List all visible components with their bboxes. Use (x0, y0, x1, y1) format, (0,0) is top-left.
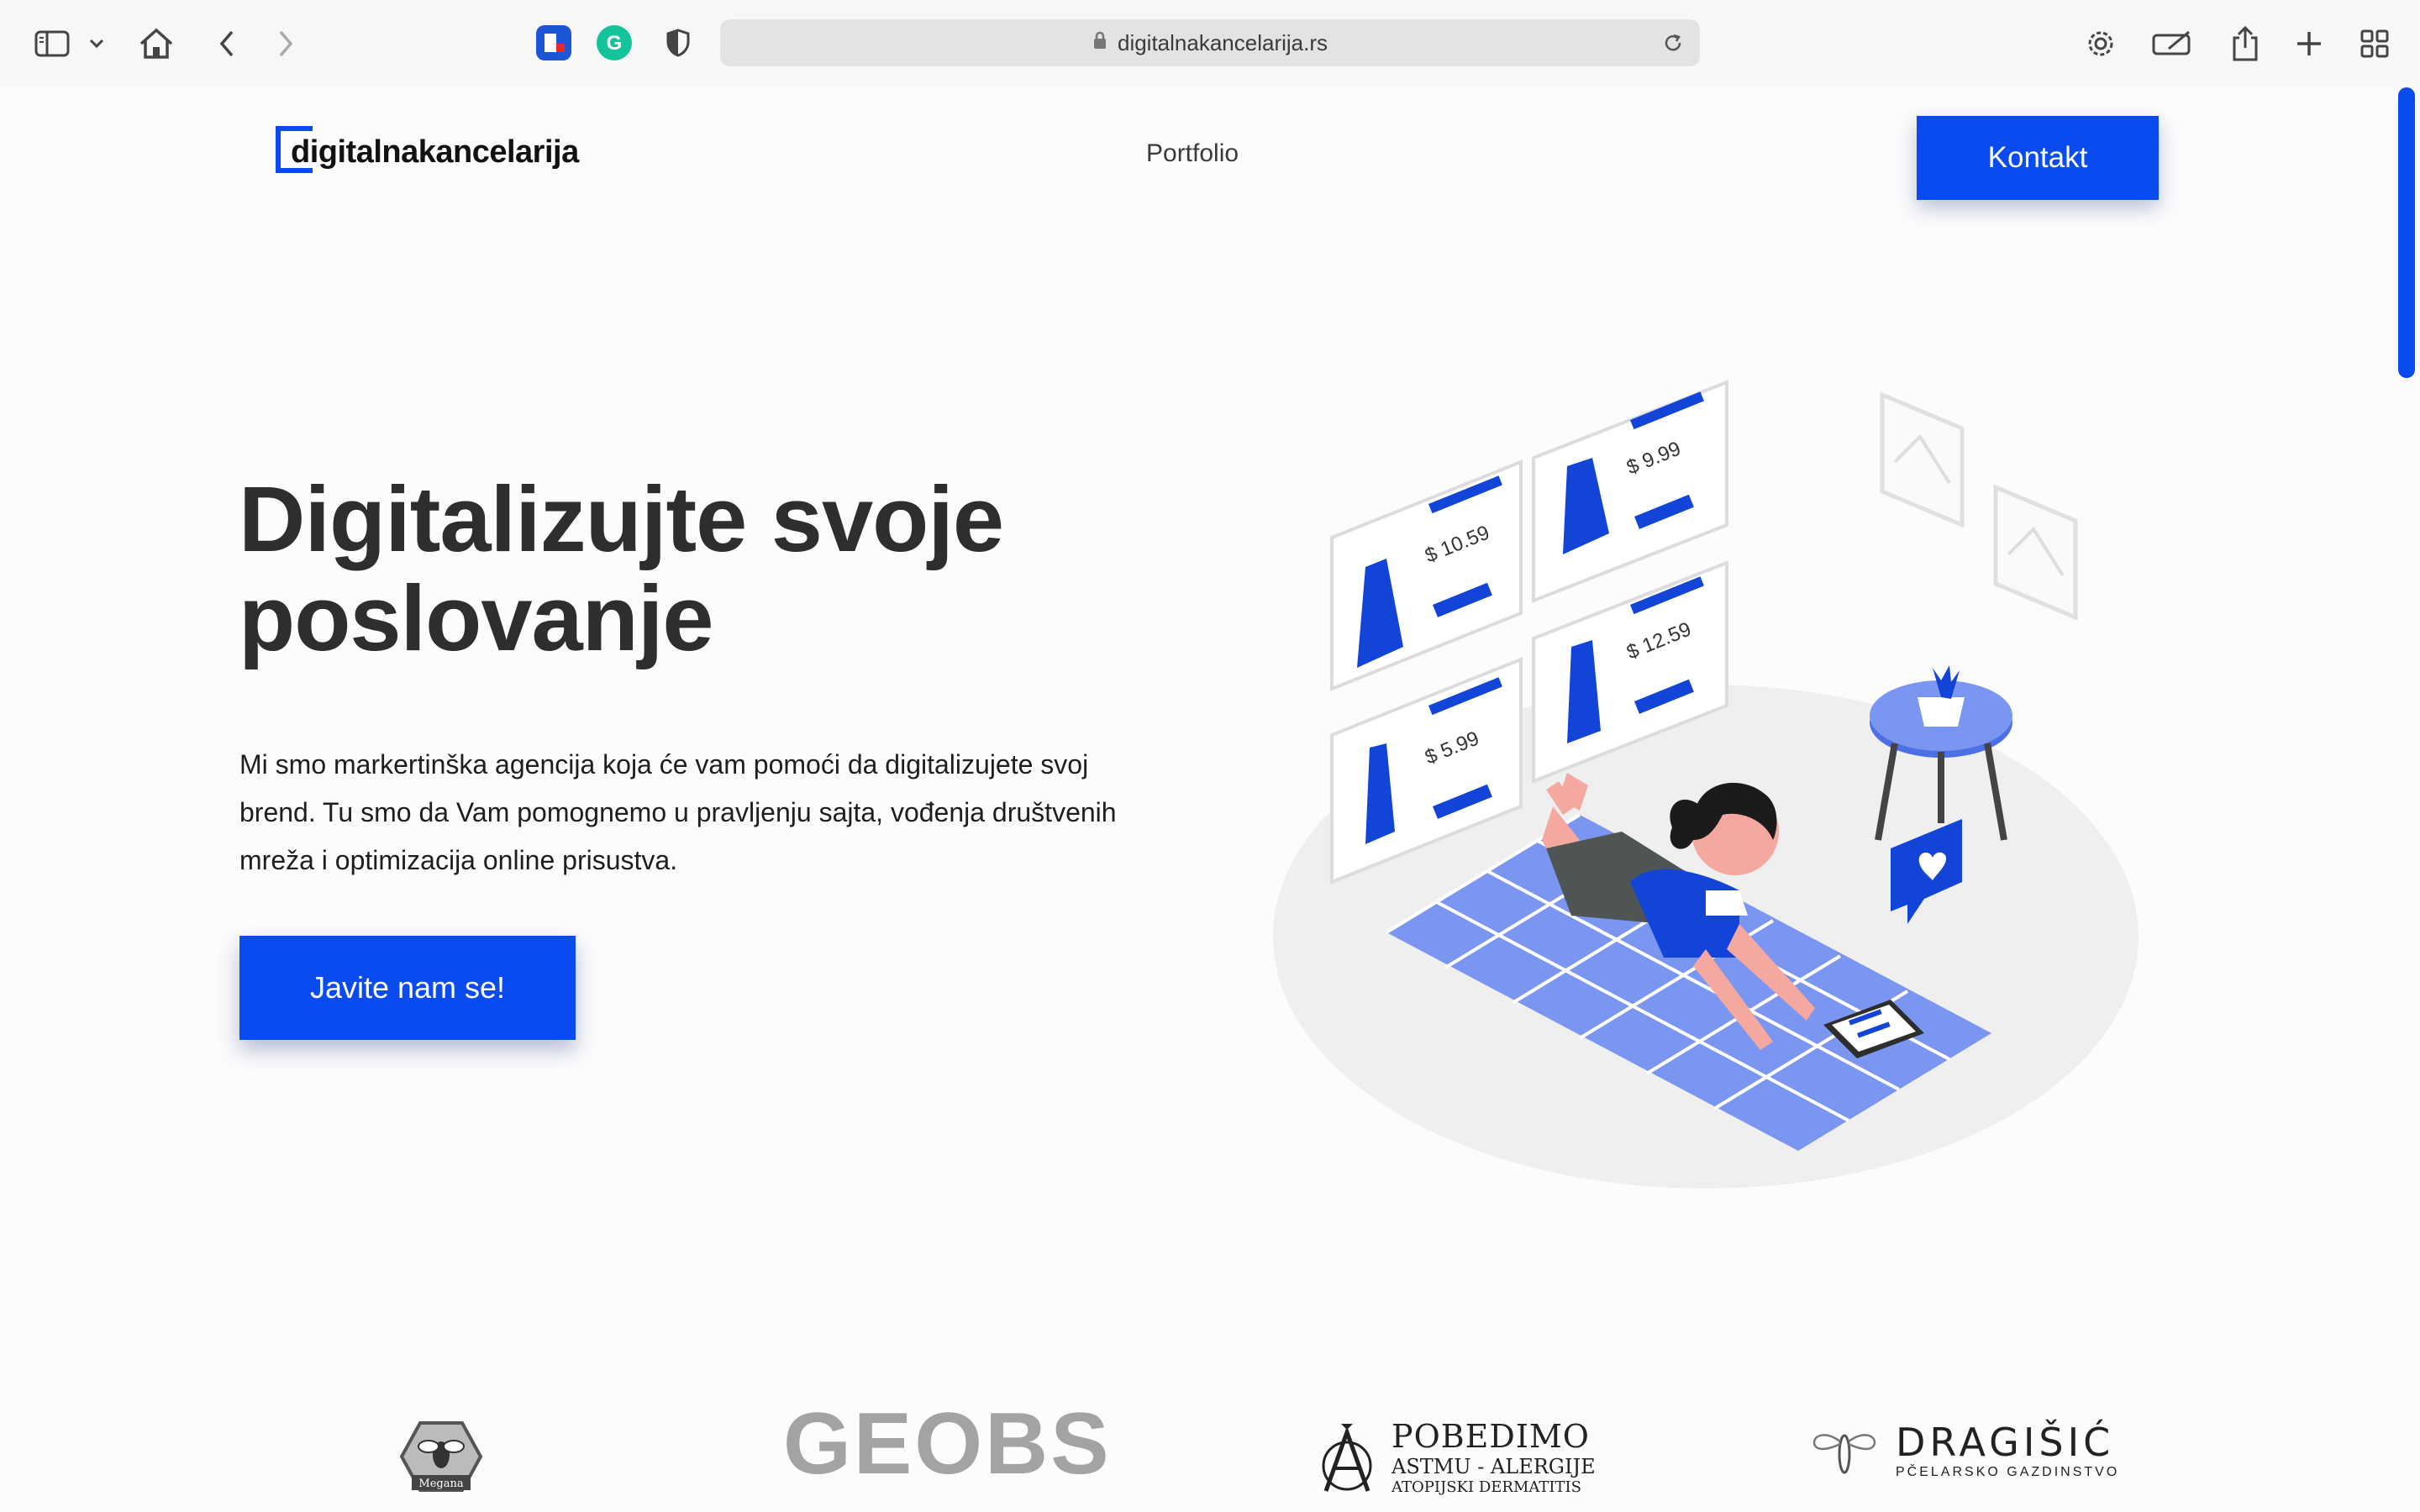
grammarly-icon[interactable]: G (597, 25, 632, 60)
tab-overview-icon[interactable] (2349, 18, 2400, 69)
hero-illustration: $ 10.59 $ 9.99 $ 5.99 $ 12.59 (1273, 380, 2139, 1189)
chevron-down-icon[interactable] (76, 18, 118, 69)
kontakt-button[interactable]: Kontakt (1917, 116, 2159, 200)
share-icon[interactable] (2220, 18, 2270, 69)
reload-icon[interactable] (1658, 28, 1688, 58)
dragisic-line2: PČELARSKO GAZDINSTVO (1896, 1465, 2120, 1479)
dragisic-line1: DRAGIŠIĆ (1896, 1420, 2115, 1465)
nav-link-portfolio[interactable]: Portfolio (1146, 139, 1239, 168)
url-text: digitalnakancelarija.rs (1117, 29, 1328, 55)
pobedimo-line3: ATOPIJSKI DERMATITIS (1392, 1478, 1581, 1496)
client-logo-pobedimo: POBEDIMO ASTMU - ALERGIJE ATOPIJSKI DERM… (1318, 1418, 1596, 1496)
scrollbar-thumb[interactable] (2398, 87, 2415, 378)
site-logo[interactable]: digitalnakancelarija (276, 126, 579, 178)
product-card: $ 9.99 (1532, 380, 1728, 603)
hero-title: Digitalizujte svoje poslovanje (239, 470, 1163, 669)
home-icon[interactable] (131, 18, 182, 69)
client-logos: Megana GEOBS POBEDIMO ASTMU - ALERGIJE A… (0, 1378, 2420, 1512)
bee-icon (1812, 1434, 1876, 1474)
address-bar[interactable]: digitalnakancelarija.rs (720, 19, 1700, 66)
gear-icon[interactable] (2075, 18, 2126, 69)
svg-text:G: G (607, 32, 623, 55)
pobedimo-line1: POBEDIMO (1392, 1418, 1590, 1455)
wall-frame-icon (1880, 391, 1965, 528)
hero-title-line1: Digitalizujte svoje (239, 468, 1004, 571)
wall-frame-icon (1993, 484, 2078, 621)
client-logo-megana: Megana (395, 1415, 487, 1499)
back-icon[interactable] (202, 18, 252, 69)
forward-icon[interactable] (260, 18, 311, 69)
contact-cta-button[interactable]: Javite nam se! (239, 936, 576, 1040)
hero-description: Mi smo markertinška agencija koja će vam… (239, 749, 1117, 875)
lock-icon (1092, 30, 1107, 56)
product-card: $ 10.59 (1330, 459, 1523, 691)
hero-title-line2: poslovanje (239, 567, 714, 670)
annotate-icon[interactable] (2148, 18, 2198, 69)
browser-toolbar: G digitalnakancelarija.rs (0, 0, 2420, 87)
sidebar-icon[interactable] (27, 18, 77, 69)
pobedimo-emblem-icon (1322, 1423, 1372, 1492)
megana-logo-icon: Megana (399, 1421, 483, 1492)
extension-icon[interactable] (536, 25, 571, 60)
client-logo-geobs: GEOBS (783, 1395, 1112, 1493)
shield-icon[interactable] (660, 25, 696, 60)
pobedimo-line2: ASTMU - ALERGIJE (1392, 1455, 1596, 1478)
logo-text: digitalnakancelarija (291, 134, 579, 170)
new-tab-icon[interactable] (2284, 18, 2334, 69)
client-logo-dragisic: DRAGIŠIĆ PČELARSKO GAZDINSTVO (1807, 1420, 2119, 1480)
svg-text:Megana: Megana (418, 1478, 463, 1490)
